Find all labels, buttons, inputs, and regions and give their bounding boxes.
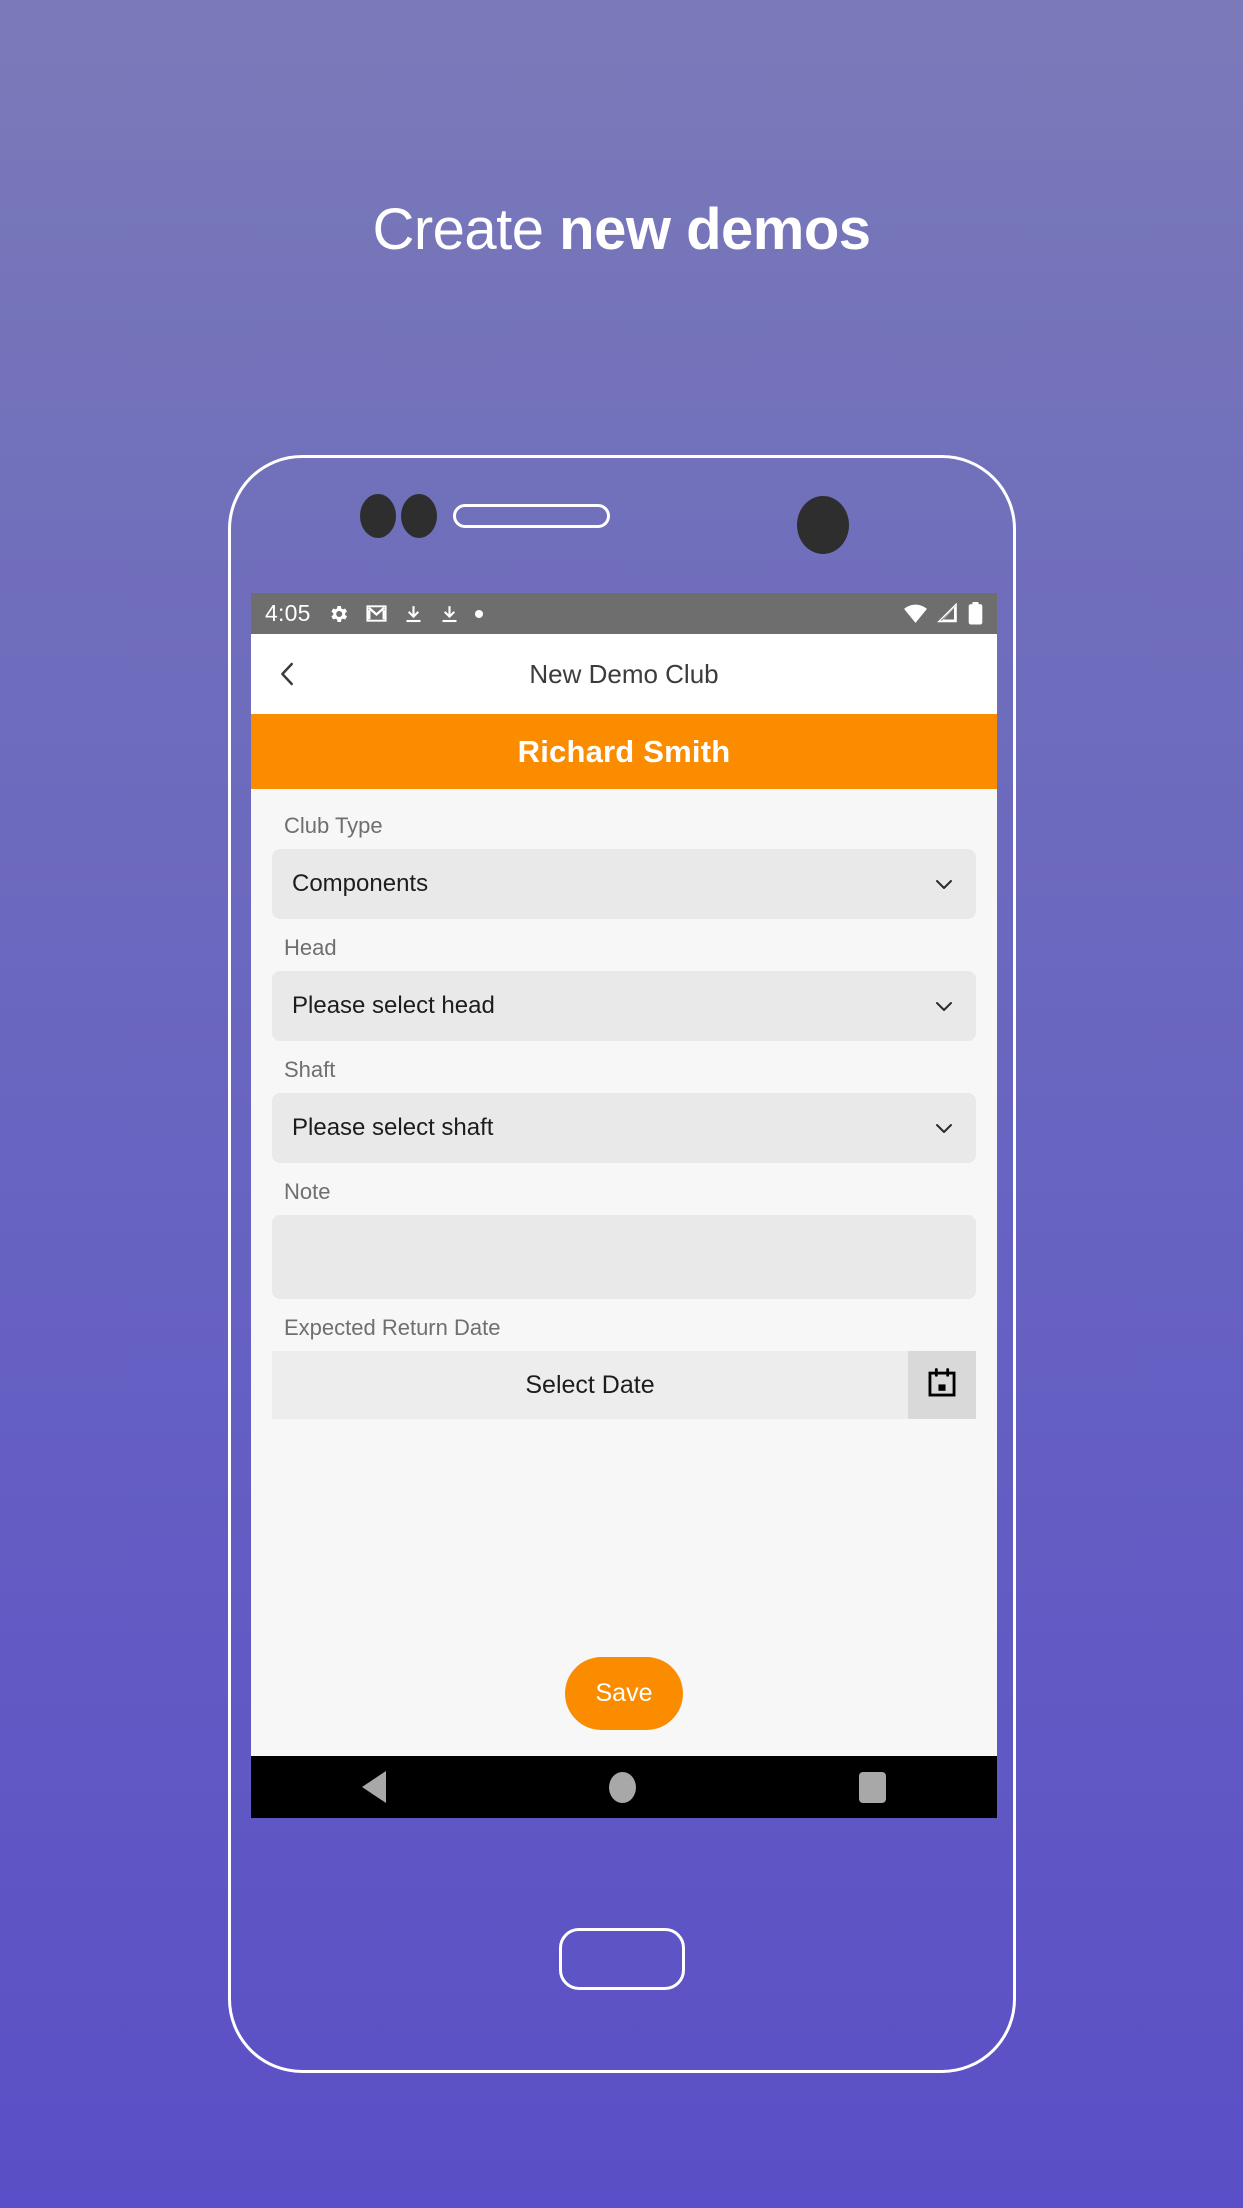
physical-home-button[interactable] bbox=[559, 1928, 685, 1990]
expected-return-date-row: Select Date bbox=[272, 1351, 976, 1419]
wifi-icon bbox=[903, 603, 928, 624]
select-date-field[interactable]: Select Date bbox=[272, 1351, 908, 1419]
customer-name-banner: Richard Smith bbox=[251, 714, 997, 789]
nav-back-icon[interactable] bbox=[362, 1771, 387, 1803]
phone-top-bezel bbox=[231, 458, 1013, 593]
app-bar: New Demo Club bbox=[251, 634, 997, 714]
expected-return-date-label: Expected Return Date bbox=[284, 1315, 501, 1340]
download-icon bbox=[403, 603, 424, 625]
shaft-value: Please select shaft bbox=[292, 1114, 494, 1141]
page-title-bold: new demos bbox=[559, 197, 871, 262]
phone-mockup: 4:05 New Demo Club Richard Smith Club Ty… bbox=[228, 455, 1016, 2073]
cellular-signal-icon bbox=[937, 603, 959, 624]
calendar-picker-button[interactable] bbox=[908, 1351, 976, 1419]
nav-recents-icon[interactable] bbox=[858, 1771, 886, 1803]
nav-home-icon[interactable] bbox=[608, 1771, 636, 1803]
head-value: Please select head bbox=[292, 992, 495, 1019]
head-label: Head bbox=[284, 935, 337, 960]
chevron-down-icon bbox=[932, 1116, 956, 1140]
save-button-container: Save bbox=[251, 1657, 997, 1730]
club-type-select[interactable]: Components bbox=[272, 849, 976, 919]
sensor-dot-icon bbox=[360, 494, 396, 538]
page-title-light: Create bbox=[372, 197, 560, 262]
poster-background: Create new demos 4:05 New Demo Club Rich… bbox=[0, 0, 1243, 2208]
chevron-down-icon bbox=[932, 994, 956, 1018]
select-date-value: Select Date bbox=[525, 1370, 655, 1399]
back-chevron-icon[interactable] bbox=[271, 657, 305, 691]
dot-icon bbox=[474, 609, 483, 618]
status-bar-left: 4:05 bbox=[265, 600, 483, 627]
battery-icon bbox=[968, 602, 983, 625]
club-type-label: Club Type bbox=[284, 813, 383, 838]
club-type-value: Components bbox=[292, 870, 429, 897]
android-nav-bar bbox=[251, 1756, 997, 1818]
note-input[interactable] bbox=[272, 1215, 976, 1299]
note-label: Note bbox=[284, 1179, 331, 1204]
customer-name-label: Richard Smith bbox=[517, 733, 731, 769]
gear-icon bbox=[326, 602, 350, 626]
earpiece-speaker-icon bbox=[453, 504, 610, 528]
head-select[interactable]: Please select head bbox=[272, 971, 976, 1041]
save-button[interactable]: Save bbox=[565, 1657, 683, 1730]
gmail-icon bbox=[365, 602, 388, 625]
demo-club-form: Club Type Components Head Please select … bbox=[251, 789, 997, 1756]
status-bar-right bbox=[903, 602, 983, 625]
shaft-label: Shaft bbox=[284, 1057, 336, 1082]
front-camera-icon bbox=[797, 496, 849, 554]
chevron-down-icon bbox=[932, 872, 956, 896]
status-bar-clock: 4:05 bbox=[265, 600, 311, 626]
shaft-select[interactable]: Please select shaft bbox=[272, 1093, 976, 1163]
status-bar: 4:05 bbox=[251, 593, 997, 634]
download-icon-secondary bbox=[439, 603, 460, 625]
sensor-dot-secondary-icon bbox=[401, 494, 437, 538]
calendar-icon bbox=[925, 1366, 959, 1405]
page-title: Create new demos bbox=[0, 196, 1243, 263]
app-bar-title: New Demo Club bbox=[529, 658, 719, 689]
phone-screen: 4:05 New Demo Club Richard Smith Club Ty… bbox=[251, 593, 997, 1818]
